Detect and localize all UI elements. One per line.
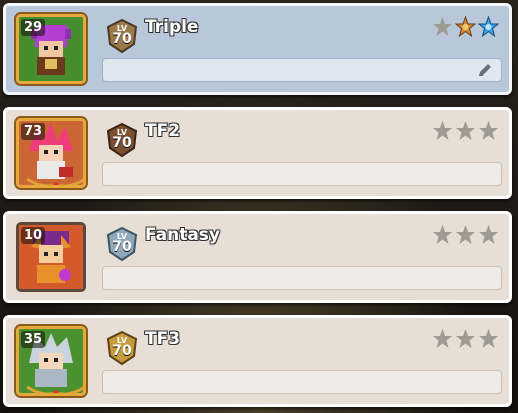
- blue-star-icon: [477, 15, 500, 38]
- star-rating: [432, 120, 499, 141]
- level-badge: LV 70: [104, 122, 140, 158]
- hero-level: 10: [21, 227, 46, 244]
- hero-portrait[interactable]: 10: [16, 222, 86, 292]
- empty-star-icon: [455, 120, 476, 141]
- hero-portrait[interactable]: 35: [16, 326, 86, 396]
- empty-star-icon: [455, 328, 476, 349]
- badge-level: 70: [112, 239, 132, 255]
- empty-star-icon: [432, 328, 453, 349]
- laurel-wreath-icon: [26, 177, 83, 185]
- empty-star-icon: [455, 224, 476, 245]
- message-field[interactable]: [102, 370, 502, 394]
- message-field[interactable]: [102, 162, 502, 186]
- star-rating: [432, 328, 499, 349]
- hero-name: Triple: [145, 17, 199, 37]
- level-badge: LV 70: [104, 18, 140, 54]
- empty-star-icon: [432, 224, 453, 245]
- empty-star-icon: [432, 16, 453, 37]
- message-field[interactable]: [102, 266, 502, 290]
- level-badge: LV 70: [104, 226, 140, 262]
- empty-star-icon: [478, 328, 499, 349]
- level-badge: LV 70: [104, 330, 140, 366]
- hero-card[interactable]: 73 LV 70 TF2: [3, 107, 512, 199]
- badge-level: 70: [112, 31, 132, 47]
- pencil-edit-icon[interactable]: [477, 62, 493, 78]
- laurel-wreath-icon: [26, 385, 83, 393]
- hero-level: 35: [21, 331, 46, 348]
- empty-star-icon: [478, 120, 499, 141]
- bronze-star-icon: [454, 15, 477, 38]
- badge-level: 70: [112, 135, 132, 151]
- hero-level: 29: [21, 19, 46, 36]
- hero-name: TF2: [145, 121, 181, 141]
- hero-portrait[interactable]: 73: [16, 118, 86, 188]
- message-field[interactable]: [102, 58, 502, 82]
- hero-name: Fantasy: [145, 225, 220, 245]
- hero-name: TF3: [145, 329, 181, 349]
- hero-portrait[interactable]: 29: [16, 14, 86, 84]
- hero-card[interactable]: 35 LV 70 TF3: [3, 315, 512, 407]
- badge-level: 70: [112, 343, 132, 359]
- hero-card[interactable]: 10 LV 70 Fantasy: [3, 211, 512, 303]
- empty-star-icon: [432, 120, 453, 141]
- empty-star-icon: [478, 224, 499, 245]
- star-rating: [432, 224, 499, 245]
- hero-card[interactable]: 29 LV 70 Triple: [3, 3, 512, 95]
- star-rating: [432, 15, 500, 38]
- hero-level: 73: [21, 123, 46, 140]
